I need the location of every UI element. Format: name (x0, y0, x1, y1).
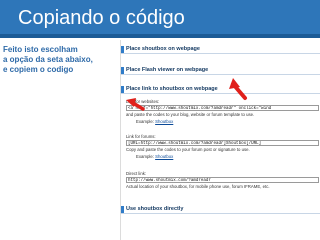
instruction-caption: Feito isto escolham a opção da seta abai… (3, 45, 115, 75)
slide-title: Copiando o código (18, 7, 185, 29)
caption-line: e copiem o codigo (3, 65, 74, 74)
caption-line: Feito isto escolham (3, 45, 78, 54)
caption-line: a opção da seta abaixo, (3, 55, 93, 64)
red-arrow-icon (126, 98, 145, 111)
slide-header: Copiando o código (0, 0, 320, 38)
shoutbox-options-panel: Place shoutbox on webpage Place Flash vi… (120, 40, 320, 240)
header-accent-line (0, 34, 320, 38)
